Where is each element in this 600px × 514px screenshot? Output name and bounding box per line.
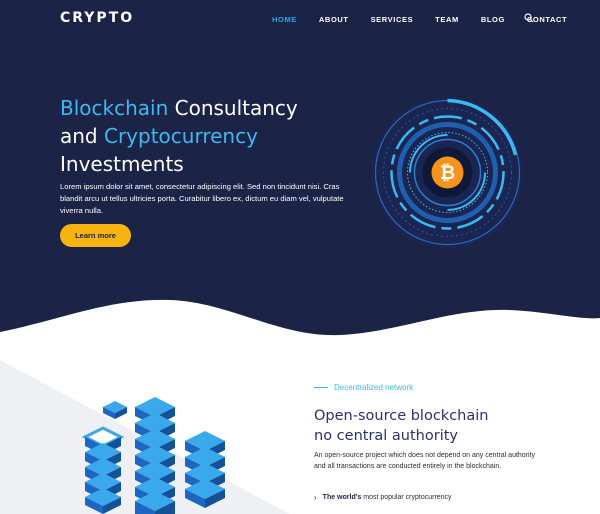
chevron-right-icon: › xyxy=(314,493,317,502)
eyebrow-text: Decentralized network xyxy=(334,383,414,392)
learn-more-button[interactable]: Learn more xyxy=(60,224,131,247)
nav-item-team[interactable]: TEAM xyxy=(435,15,459,24)
nav-item-home[interactable]: HOME xyxy=(272,15,297,24)
section-title: Open-source blockchain no central author… xyxy=(314,408,489,444)
feature-item: › The world's most popular cryptocurrenc… xyxy=(314,493,452,502)
nav-item-about[interactable]: ABOUT xyxy=(319,15,349,24)
eyebrow-line xyxy=(314,387,328,388)
nav-item-services[interactable]: SERVICES xyxy=(371,15,414,24)
top-navbar: CRYPTO HOME ABOUT SERVICES TEAM BLOG CON… xyxy=(0,0,600,38)
brand-logo[interactable]: CRYPTO xyxy=(60,10,134,26)
server-stack-illustration xyxy=(81,397,225,514)
hero-section: CRYPTO HOME ABOUT SERVICES TEAM BLOG CON… xyxy=(0,0,600,345)
svg-text:₿: ₿ xyxy=(440,162,455,184)
bitcoin-icon: ₿ xyxy=(371,96,524,249)
hero-description: Lorem ipsum dolor sit amet, consectetur … xyxy=(60,182,344,215)
nav-item-blog[interactable]: BLOG xyxy=(481,15,505,24)
search-icon[interactable] xyxy=(524,13,534,23)
section-eyebrow: Decentralized network xyxy=(314,383,413,392)
section-description: An open-source project which does not de… xyxy=(314,452,536,470)
hero-wave-divider xyxy=(0,299,600,345)
hero-title: Blockchain Consultancy and Cryptocurrenc… xyxy=(60,96,298,176)
nav-menu: HOME ABOUT SERVICES TEAM BLOG CONTACT xyxy=(272,15,589,24)
